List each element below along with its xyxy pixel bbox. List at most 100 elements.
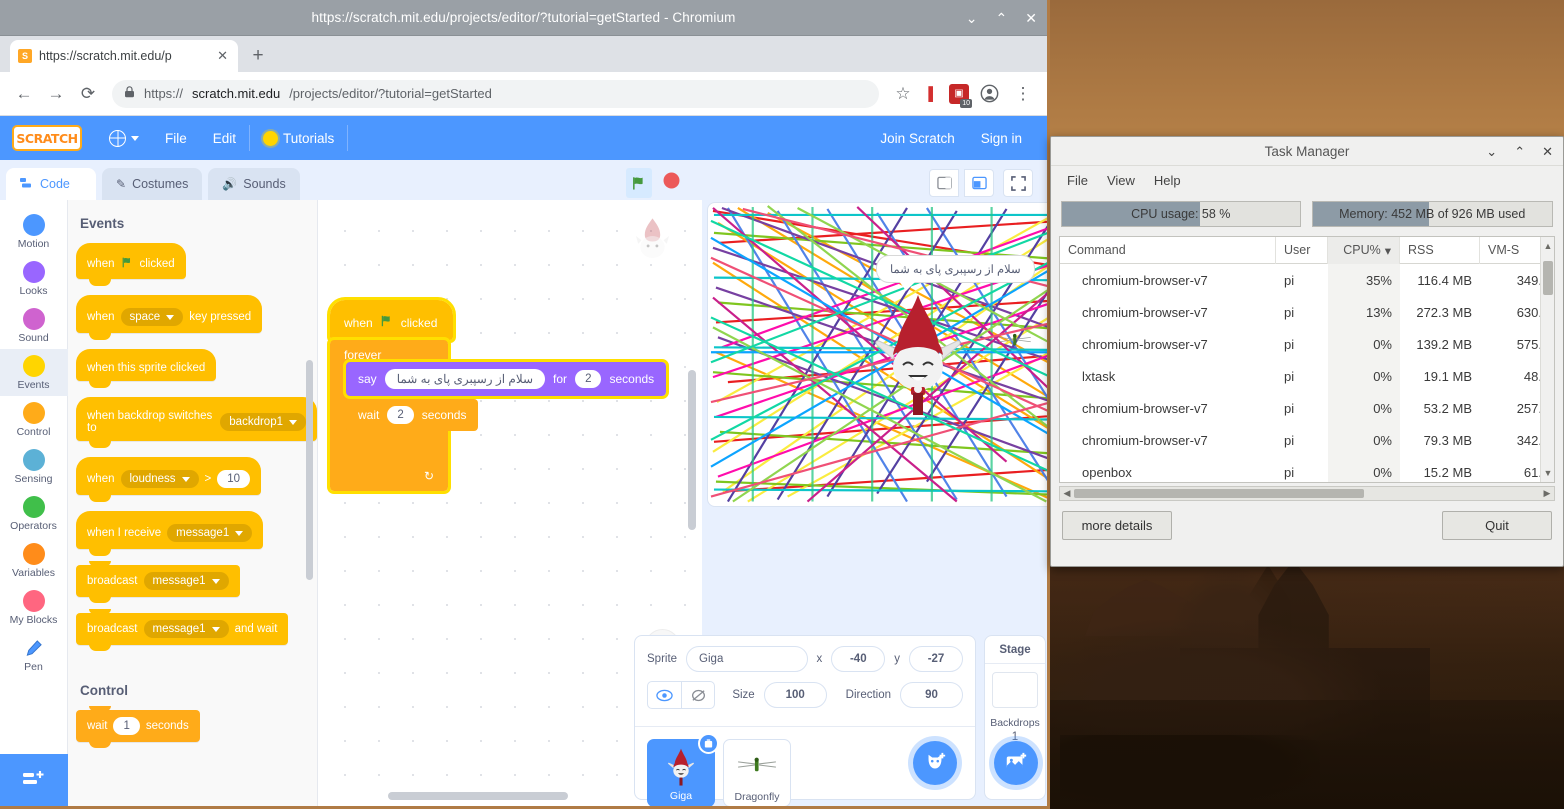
category-sound[interactable]: Sound (0, 302, 68, 349)
browser-menu-icon[interactable]: ⋮ (1009, 80, 1037, 108)
tab-close-icon[interactable]: ✕ (215, 48, 230, 64)
table-row[interactable]: lxtask pi 0% 19.1 MB 48. (1060, 360, 1554, 392)
palette-block-broadcast-and-wait[interactable]: broadcast message1 and wait (76, 609, 289, 651)
loudness-dropdown[interactable]: loudness (120, 470, 199, 488)
loudness-value-input[interactable]: 10 (217, 470, 251, 488)
browser-tab[interactable]: S https://scratch.mit.edu/p ✕ (10, 40, 238, 72)
palette-block-when-flag-clicked[interactable]: when clicked (76, 243, 186, 286)
minimize-icon[interactable]: ⌄ (1486, 144, 1497, 160)
script-when-flag-clicked[interactable]: when clicked (326, 297, 457, 343)
green-flag-button[interactable] (626, 168, 652, 198)
scroll-down-icon[interactable]: ▼ (1541, 466, 1554, 480)
small-stage-icon[interactable] (929, 169, 959, 197)
say-seconds-input[interactable]: 2 (575, 370, 602, 388)
close-icon[interactable]: ✕ (1542, 144, 1553, 160)
forward-icon[interactable]: → (42, 80, 70, 108)
fullscreen-icon[interactable] (1003, 169, 1033, 197)
blocks-palette[interactable]: Events when clicked when space key press… (68, 200, 318, 806)
palette-scrollbar[interactable] (306, 360, 313, 580)
workspace-vertical-scrollbar[interactable] (688, 370, 696, 530)
palette-block-wait-seconds[interactable]: wait 1 seconds (76, 706, 200, 748)
column-header-command[interactable]: Command (1060, 237, 1276, 264)
tab-costumes[interactable]: ✎ Costumes (102, 168, 203, 200)
sprite-card-dragonfly[interactable]: Dragonfly (723, 739, 791, 806)
scratch-logo[interactable]: SCRATCH (12, 125, 82, 151)
eye-icon[interactable] (648, 682, 681, 708)
say-text-input[interactable]: سلام از رسپبری پای به شما (384, 369, 546, 389)
extension-icon-2[interactable]: ▣ 10 (949, 83, 972, 108)
table-horizontal-scrollbar[interactable]: ◀ ▶ (1059, 486, 1555, 501)
more-details-button[interactable]: more details (1062, 511, 1172, 540)
giga-sprite[interactable] (863, 293, 973, 423)
stage[interactable]: سلام از رسپبری پای به شما (707, 202, 1047, 507)
eye-off-icon[interactable] (681, 682, 714, 708)
scrollbar-thumb[interactable] (1543, 261, 1553, 295)
hscrollbar-thumb[interactable] (1074, 489, 1364, 498)
message-dropdown[interactable]: message1 (167, 524, 253, 542)
stop-button[interactable] (662, 171, 681, 195)
maximize-icon[interactable]: ⌃ (996, 11, 1008, 25)
maximize-icon[interactable]: ⌃ (1514, 144, 1525, 160)
address-bar[interactable]: https:// scratch.mit.edu/projects/editor/… (112, 79, 879, 108)
quit-button[interactable]: Quit (1442, 511, 1552, 540)
table-vertical-scrollbar[interactable]: ▲ ▼ (1540, 237, 1554, 482)
language-menu[interactable] (96, 116, 152, 160)
scroll-up-icon[interactable]: ▲ (1541, 239, 1554, 253)
table-row[interactable]: chromium-browser-v7 pi 35% 116.4 MB 349. (1060, 264, 1554, 296)
scroll-left-icon[interactable]: ◀ (1060, 488, 1074, 499)
trash-icon[interactable] (698, 733, 719, 754)
back-icon[interactable]: ← (10, 80, 38, 108)
process-table[interactable]: Command User CPU% ▾ RSS VM-S chromium-br… (1059, 236, 1555, 483)
category-control[interactable]: Control (0, 396, 68, 443)
dragonfly-sprite[interactable] (996, 333, 1034, 347)
new-tab-button[interactable]: + (244, 42, 272, 70)
profile-icon[interactable] (975, 80, 1003, 108)
category-variables[interactable]: Variables (0, 537, 68, 584)
column-header-user[interactable]: User (1276, 237, 1328, 264)
minimize-icon[interactable]: ⌄ (966, 11, 978, 25)
broadcast-wait-dropdown[interactable]: message1 (143, 620, 229, 638)
category-looks[interactable]: Looks (0, 255, 68, 302)
menu-file[interactable]: File (1067, 173, 1088, 188)
add-extension-button[interactable] (0, 754, 68, 806)
script-say-block[interactable]: say سلام از رسپبری پای به شما for 2 seco… (342, 359, 670, 399)
backdrop-dropdown[interactable]: backdrop1 (220, 413, 306, 431)
table-row[interactable]: openbox pi 0% 15.2 MB 61. (1060, 456, 1554, 482)
add-sprite-button[interactable] (913, 741, 957, 785)
table-row[interactable]: chromium-browser-v7 pi 0% 139.2 MB 575. (1060, 328, 1554, 360)
menu-file[interactable]: File (152, 116, 200, 160)
menu-edit[interactable]: Edit (200, 116, 249, 160)
large-stage-icon[interactable] (964, 169, 994, 197)
table-row[interactable]: chromium-browser-v7 pi 0% 79.3 MB 342. (1060, 424, 1554, 456)
broadcast-dropdown[interactable]: message1 (143, 572, 229, 590)
category-pen[interactable]: Pen (0, 631, 68, 678)
palette-block-when-i-receive[interactable]: when I receive message1 (76, 511, 264, 556)
menu-view[interactable]: View (1107, 173, 1135, 188)
sprite-visibility-toggle[interactable] (647, 681, 716, 709)
wait-seconds-input[interactable]: 2 (387, 406, 414, 424)
key-dropdown[interactable]: space (120, 308, 184, 326)
palette-block-when-key-pressed[interactable]: when space key pressed (76, 295, 263, 340)
close-icon[interactable]: ✕ (1025, 11, 1037, 25)
join-scratch-button[interactable]: Join Scratch (867, 116, 967, 160)
palette-block-when-loudness[interactable]: when loudness > 10 (76, 457, 262, 502)
category-motion[interactable]: Motion (0, 208, 68, 255)
menu-tutorials[interactable]: Tutorials (250, 116, 347, 160)
stage-thumbnail[interactable] (992, 672, 1038, 708)
reload-icon[interactable]: ⟳ (74, 80, 102, 108)
scroll-right-icon[interactable]: ▶ (1540, 488, 1554, 499)
table-row[interactable]: chromium-browser-v7 pi 13% 272.3 MB 630. (1060, 296, 1554, 328)
sprite-direction-input[interactable]: 90 (900, 682, 963, 708)
bookmark-star-icon[interactable]: ☆ (889, 80, 917, 108)
workspace-horizontal-scrollbar[interactable] (388, 792, 568, 800)
sign-in-button[interactable]: Sign in (968, 116, 1035, 160)
menu-help[interactable]: Help (1154, 173, 1181, 188)
tab-code[interactable]: Code (6, 168, 96, 200)
palette-block-when-sprite-clicked[interactable]: when this sprite clicked (76, 349, 217, 388)
script-stack[interactable]: when clicked forever ↻ say سلام از رسپبر… (326, 297, 670, 494)
sprite-size-input[interactable]: 100 (763, 682, 827, 708)
tab-sounds[interactable]: 🔊 Sounds (208, 168, 300, 200)
table-row[interactable]: chromium-browser-v7 pi 0% 53.2 MB 257. (1060, 392, 1554, 424)
category-sensing[interactable]: Sensing (0, 443, 68, 490)
script-wait-block[interactable]: wait 2 seconds (346, 399, 479, 431)
